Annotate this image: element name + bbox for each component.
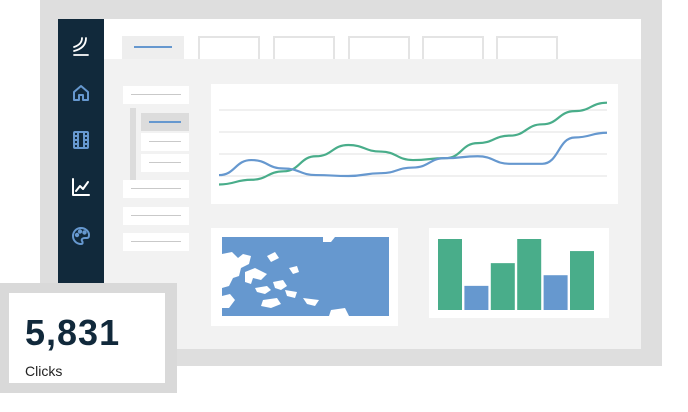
nav-subitem-1[interactable]	[141, 113, 189, 131]
tab-6[interactable]	[496, 36, 558, 59]
world-map	[222, 237, 389, 316]
stat-card: 5,831 Clicks	[0, 283, 177, 393]
line-chart	[218, 101, 608, 186]
bar-2	[464, 285, 489, 310]
chart-icon[interactable]	[68, 174, 94, 200]
bar-6	[570, 251, 594, 310]
stat-card-inner: 5,831 Clicks	[9, 293, 165, 383]
bar-3	[490, 263, 515, 310]
stat-value: 5,831	[25, 312, 121, 353]
logo-icon[interactable]	[68, 33, 94, 59]
nav-item-3[interactable]	[123, 207, 189, 225]
nav-item-1[interactable]	[123, 86, 189, 104]
tab-1[interactable]	[122, 36, 184, 59]
bar-4	[517, 239, 542, 310]
film-icon[interactable]	[68, 127, 94, 153]
nav-subitem-3[interactable]	[141, 154, 189, 172]
stat-label: Clicks	[25, 363, 63, 379]
tab-bar	[104, 19, 641, 59]
tab-3[interactable]	[273, 36, 335, 59]
tab-5[interactable]	[422, 36, 484, 59]
palette-icon[interactable]	[68, 223, 94, 249]
bar-5	[543, 275, 568, 310]
bar-chart	[438, 239, 594, 310]
tab-4[interactable]	[348, 36, 410, 59]
nav-subitem-2[interactable]	[141, 133, 189, 151]
map-card	[211, 228, 398, 326]
line-chart-card	[211, 84, 618, 204]
nav-item-2[interactable]	[123, 180, 189, 198]
bar-1	[438, 239, 462, 310]
bar-chart-card	[429, 228, 609, 318]
line-series-1	[218, 101, 608, 186]
home-icon[interactable]	[68, 80, 94, 106]
nav-item-4[interactable]	[123, 233, 189, 251]
tab-2[interactable]	[198, 36, 260, 59]
